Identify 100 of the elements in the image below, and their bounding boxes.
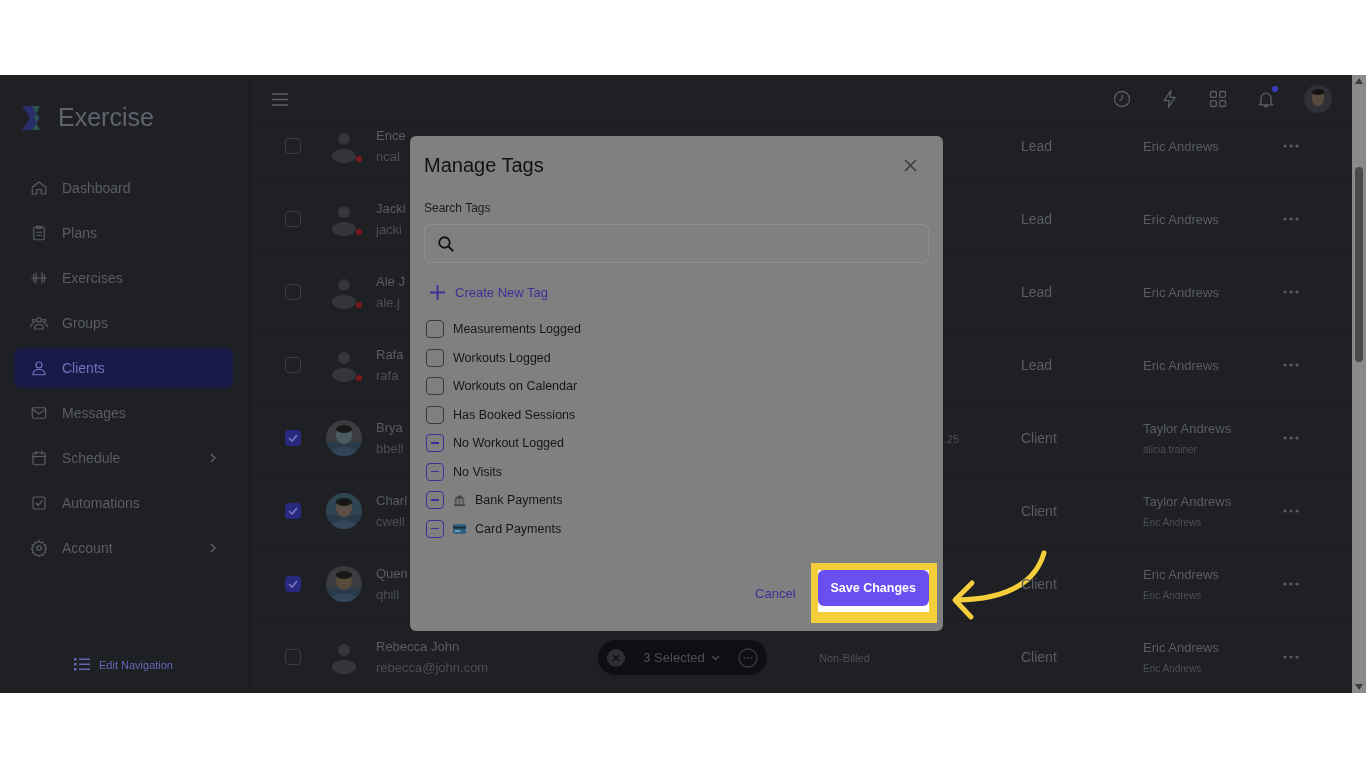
more-icon[interactable] <box>1283 363 1299 367</box>
row-checkbox[interactable] <box>285 503 301 519</box>
selection-dropdown[interactable]: 3 Selected <box>633 650 730 665</box>
app-name: Exercise <box>58 103 154 132</box>
tag-label: Workouts Logged <box>453 350 551 365</box>
check-icon <box>288 434 298 442</box>
nav-item[interactable]: Account <box>14 528 233 568</box>
trainer-name: Eric Andrews <box>1143 211 1219 227</box>
nav-item[interactable]: Groups <box>14 303 233 343</box>
trainer-name: Eric Andrews <box>1143 567 1219 582</box>
credit-card-icon <box>453 523 466 534</box>
more-icon[interactable] <box>738 647 758 668</box>
client-type: Client <box>1021 649 1057 665</box>
tag-checkbox[interactable] <box>426 377 444 395</box>
nav-item[interactable]: Clients <box>14 348 233 388</box>
check-icon <box>288 580 298 588</box>
nav-item[interactable]: Plans <box>14 213 233 253</box>
create-tag-link[interactable]: Create New Tag <box>455 285 548 300</box>
save-changes-button[interactable]: Save Changes <box>817 570 929 606</box>
checkbox-icon <box>30 494 48 512</box>
tag-label: Workouts on Calendar <box>453 379 578 393</box>
nav-item[interactable]: Exercises <box>14 258 233 298</box>
search-icon <box>437 234 455 253</box>
settings-icon <box>30 539 48 557</box>
client-name[interactable]: Rafa <box>376 347 404 362</box>
home-icon <box>30 179 48 197</box>
client-type: Lead <box>1021 211 1053 227</box>
plus-icon[interactable] <box>430 285 445 300</box>
tag-label: Card Payments <box>475 521 562 536</box>
tag-checkbox[interactable] <box>426 519 444 538</box>
scroll-up-icon[interactable] <box>1355 78 1363 84</box>
mail-icon <box>30 404 48 422</box>
tag-label: Measurements Logged <box>453 322 581 336</box>
client-type: Lead <box>1021 357 1053 373</box>
bank-icon <box>453 493 466 507</box>
client-type: Client <box>1021 430 1057 446</box>
more-icon[interactable] <box>1283 144 1299 148</box>
row-checkbox[interactable] <box>285 576 301 592</box>
trainer-name: Eric Andrews <box>1143 640 1219 655</box>
nav-item[interactable]: Dashboard <box>14 168 233 208</box>
row-checkbox[interactable] <box>285 430 301 446</box>
trainer-name: Eric Andrews <box>1143 138 1219 154</box>
more-icon[interactable] <box>1283 290 1299 294</box>
tag-checkbox[interactable] <box>426 462 444 481</box>
more-icon[interactable] <box>1283 436 1299 440</box>
profile-avatar[interactable] <box>1304 85 1332 113</box>
scrollbar-thumb[interactable] <box>1355 166 1363 362</box>
client-name[interactable]: Quen <box>376 566 408 581</box>
check-icon <box>288 507 298 515</box>
tag-label: Has Booked Sessions <box>453 407 576 422</box>
tag-checkbox[interactable] <box>426 320 444 338</box>
user-icon <box>30 359 48 377</box>
client-type: Client <box>1021 576 1057 592</box>
dialog-title: Manage Tags <box>424 154 544 177</box>
tag-checkbox[interactable] <box>426 434 444 452</box>
client-name[interactable]: Brya <box>376 420 403 435</box>
row-checkbox[interactable] <box>285 649 301 665</box>
row-checkbox[interactable] <box>285 284 301 300</box>
scroll-down-icon[interactable] <box>1355 684 1363 690</box>
edit-navigation-link[interactable]: Edit Navigation <box>99 658 173 671</box>
nav-item[interactable]: Messages <box>14 393 233 433</box>
close-icon[interactable] <box>904 159 917 172</box>
client-name[interactable]: Ence <box>376 128 406 143</box>
trainer-name: Eric Andrews <box>1143 357 1219 373</box>
cancel-button[interactable]: Cancel <box>749 584 802 602</box>
more-icon[interactable] <box>1283 509 1299 513</box>
menu-icon[interactable] <box>272 92 288 106</box>
client-type: Lead <box>1021 138 1053 154</box>
search-label: Search Tags <box>424 201 491 215</box>
tag-label: No Workout Logged <box>453 436 564 450</box>
client-name[interactable]: Ale J <box>376 274 405 289</box>
trainer-name: Taylor Andrews <box>1143 421 1232 436</box>
trainer-name: Eric Andrews <box>1143 284 1219 300</box>
client-type: Client <box>1021 503 1057 519</box>
tag-checkbox[interactable] <box>426 405 444 424</box>
users-icon <box>30 314 48 332</box>
search-field[interactable] <box>424 224 929 263</box>
tag-checkbox[interactable] <box>426 491 444 509</box>
more-icon[interactable] <box>1283 217 1299 221</box>
nav-item[interactable]: Schedule <box>14 438 233 478</box>
nav-item[interactable]: Automations <box>14 483 233 523</box>
clock-icon[interactable] <box>1112 89 1132 109</box>
client-type: Lead <box>1021 284 1053 300</box>
list-icon <box>74 658 90 671</box>
grid-icon[interactable] <box>1208 89 1228 109</box>
tag-label: Bank Payments <box>475 493 563 507</box>
more-icon[interactable] <box>1283 655 1299 659</box>
row-checkbox[interactable] <box>285 211 301 227</box>
dumbbell-icon <box>30 269 48 287</box>
more-icon[interactable] <box>1283 582 1299 586</box>
trainer-name: Taylor Andrews <box>1143 494 1232 509</box>
client-name[interactable]: Jacki <box>376 201 406 216</box>
tag-checkbox[interactable] <box>426 348 444 367</box>
close-icon[interactable] <box>607 648 625 667</box>
client-name[interactable]: Charl <box>376 493 408 508</box>
client-name[interactable]: Rebecca John <box>376 639 460 654</box>
calendar-icon <box>30 449 48 467</box>
row-checkbox[interactable] <box>285 138 301 154</box>
clipboard-icon <box>30 224 48 242</box>
row-checkbox[interactable] <box>285 357 301 373</box>
